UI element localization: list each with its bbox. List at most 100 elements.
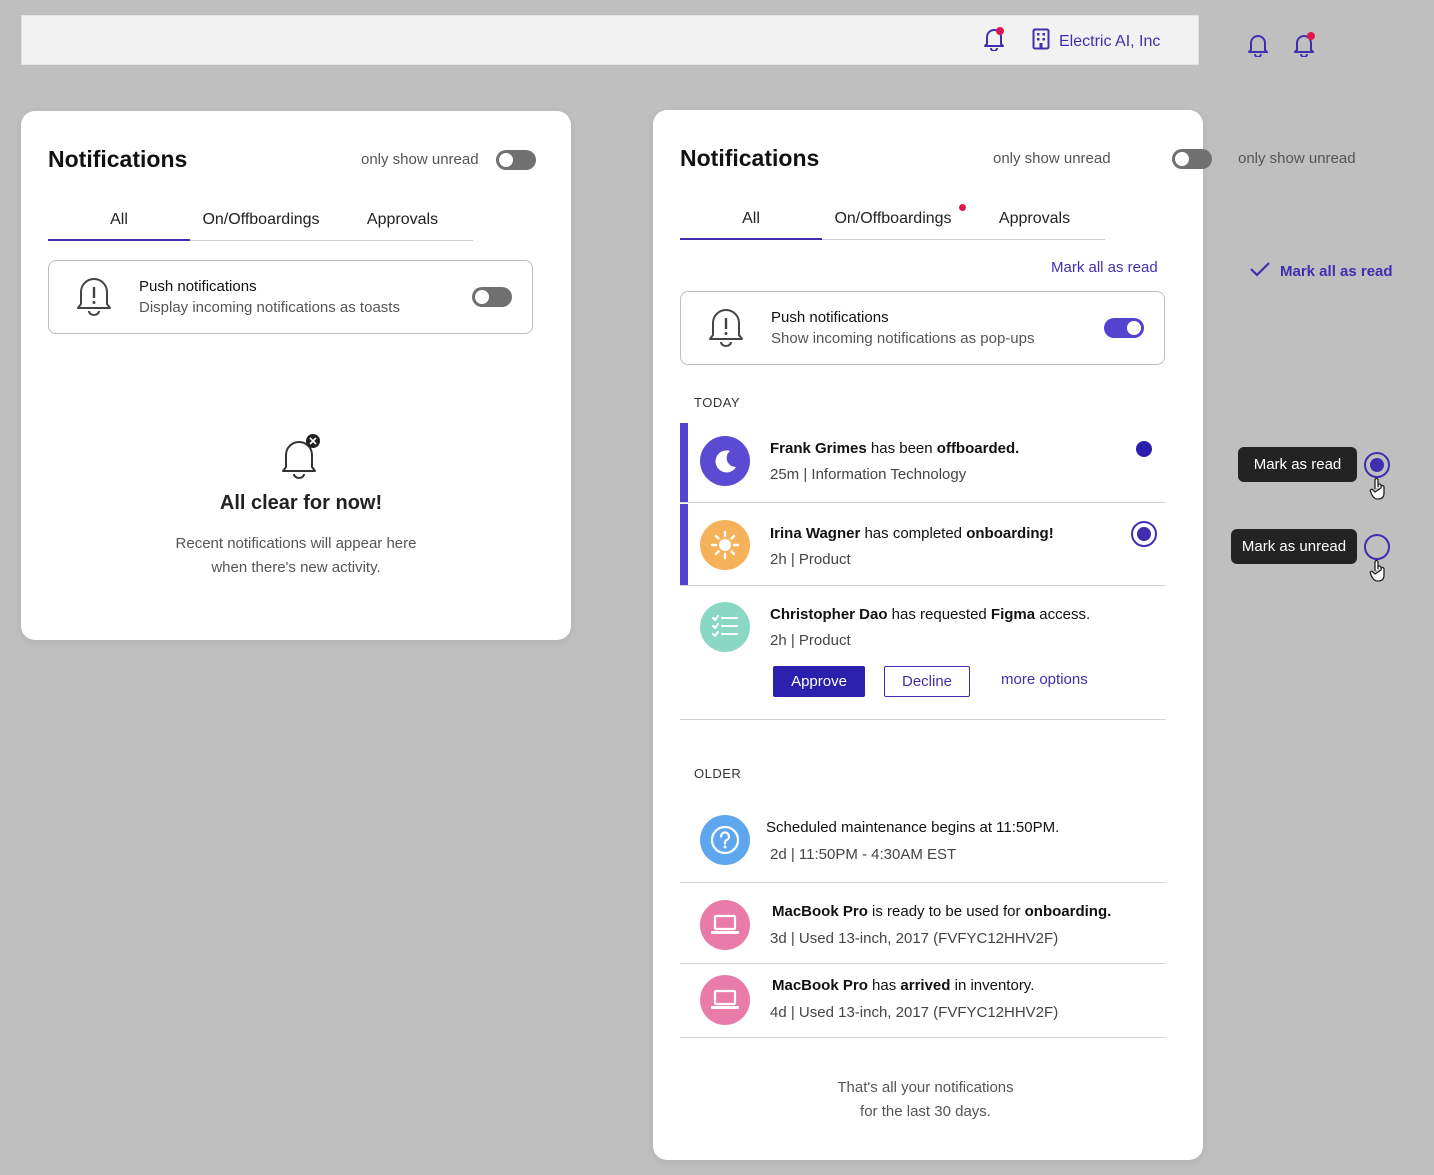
notification-meta: 2d | 11:50PM - 4:30AM EST (770, 846, 957, 863)
notification-meta: 25m | Information Technology (770, 466, 967, 483)
device-name: MacBook Pro (772, 903, 868, 920)
tab-bar: All On/Offboardings Approvals (680, 210, 1105, 240)
notification-meta: 4d | Used 13-inch, 2017 (FVFYC12HHV2F) (770, 1004, 1059, 1021)
only-unread-toggle[interactable] (496, 150, 536, 170)
notification-item[interactable]: MacBook Pro is ready to be used for onbo… (680, 884, 1166, 964)
only-unread-label: only show unread (993, 150, 1111, 167)
tab-approvals[interactable]: Approvals (332, 211, 473, 240)
hand-cursor-icon (1369, 559, 1387, 588)
notification-text: MacBook Pro is ready to be used for onbo… (772, 903, 1111, 920)
text-end: access. (1035, 606, 1091, 623)
push-title: Push notifications (139, 278, 257, 295)
empty-line-1: Recent notifications will appear here (175, 535, 417, 552)
tab-approvals[interactable]: Approvals (964, 210, 1105, 239)
notification-item[interactable]: MacBook Pro has arrived in inventory. 4d… (680, 964, 1166, 1038)
text-mid: has completed (860, 525, 967, 542)
tab-onoffboardings[interactable]: On/Offboardings (822, 210, 964, 239)
org-switcher[interactable]: Electric AI, Inc (1032, 28, 1160, 55)
bell-icon[interactable] (1247, 33, 1269, 62)
sun-icon (700, 520, 750, 570)
checklist-icon (700, 602, 750, 652)
only-unread-label: only show unread (1238, 150, 1356, 167)
tab-all[interactable]: All (680, 210, 822, 240)
push-notifications-card: Push notifications Show incoming notific… (680, 291, 1165, 365)
mark-as-unread-radio[interactable] (1364, 534, 1390, 560)
text-action: offboarded. (936, 440, 1020, 457)
end-of-list-message: That's all your notifications for the la… (653, 1076, 1198, 1124)
empty-message: Recent notifications will appear here wh… (21, 532, 571, 580)
question-icon (700, 815, 750, 865)
notification-item[interactable]: Irina Wagner has completed onboarding! 2… (680, 504, 1166, 586)
tab-onoffboardings[interactable]: On/Offboardings (190, 211, 332, 240)
notification-text: Christopher Dao has requested Figma acce… (770, 606, 1090, 623)
notification-item[interactable]: Christopher Dao has requested Figma acce… (680, 586, 1166, 720)
panel-title: Notifications (48, 146, 188, 172)
text-mid: has requested (887, 606, 991, 623)
only-unread-toggle[interactable] (1172, 149, 1213, 169)
person-name: Frank Grimes (770, 440, 867, 457)
bell-cleared-icon (281, 433, 323, 484)
moon-icon (700, 436, 750, 486)
notification-meta: 3d | Used 13-inch, 2017 (FVFYC12HHV2F) (770, 930, 1059, 947)
tab-bar: All On/Offboardings Approvals (48, 211, 473, 241)
notification-meta: 2h | Product (770, 551, 851, 568)
more-options-link[interactable]: more options (1001, 671, 1088, 688)
text-mid: has been (866, 440, 937, 457)
push-toggle[interactable] (1104, 318, 1144, 338)
notification-item[interactable]: Frank Grimes has been offboarded. 25m | … (680, 423, 1166, 503)
section-older: OLDER (694, 766, 742, 781)
check-icon (1249, 261, 1271, 281)
mark-as-read-radio[interactable] (1131, 521, 1157, 547)
text-mid: is ready to be used for (867, 903, 1025, 920)
push-title: Push notifications (771, 309, 889, 326)
building-icon (1032, 28, 1050, 55)
mark-all-read-button[interactable]: Mark all as read (1249, 261, 1393, 281)
text-action: onboarding. (1024, 903, 1112, 920)
text-action: onboarding! (966, 525, 1054, 542)
notification-text: Scheduled maintenance begins at 11:50PM. (766, 819, 1060, 836)
tooltip-mark-as-read: Mark as read (1238, 447, 1357, 482)
device-name: MacBook Pro (772, 977, 868, 994)
unread-badge (959, 204, 966, 211)
approve-button[interactable]: Approve (773, 666, 865, 697)
notification-meta: 2h | Product (770, 632, 851, 649)
push-toggle[interactable] (472, 287, 512, 307)
notification-text: Irina Wagner has completed onboarding! (770, 525, 1054, 542)
person-name: Christopher Dao (770, 606, 888, 623)
person-name: Irina Wagner (770, 525, 861, 542)
decline-button[interactable]: Decline (884, 666, 970, 697)
text-mid: has (867, 977, 901, 994)
notification-item[interactable]: Scheduled maintenance begins at 11:50PM.… (680, 800, 1166, 883)
empty-line-2: when there's new activity. (211, 559, 381, 576)
push-notifications-card: Push notifications Display incoming noti… (48, 260, 533, 334)
footer-line-1: That's all your notifications (837, 1079, 1014, 1096)
hand-cursor-icon (1369, 477, 1387, 506)
push-subtitle: Display incoming notifications as toasts (139, 299, 400, 316)
mark-as-read-radio[interactable] (1364, 452, 1390, 478)
notification-text: Frank Grimes has been offboarded. (770, 440, 1019, 457)
only-unread-label: only show unread (361, 151, 479, 168)
laptop-icon (700, 975, 750, 1025)
alert-bell-icon (75, 274, 113, 321)
mark-all-read-link[interactable]: Mark all as read (1051, 259, 1158, 276)
unread-indicator-bar (680, 423, 688, 502)
laptop-icon (700, 900, 750, 950)
unread-dot[interactable] (1136, 441, 1152, 457)
push-subtitle: Show incoming notifications as pop-ups (771, 330, 1035, 347)
text-action: arrived (900, 977, 951, 994)
tab-all[interactable]: All (48, 211, 190, 241)
text-end: in inventory. (950, 977, 1035, 994)
footer-line-2: for the last 30 days. (860, 1103, 991, 1120)
top-bar (21, 15, 1199, 65)
mark-all-read-label: Mark all as read (1280, 262, 1393, 280)
bell-unread-icon[interactable] (1293, 31, 1317, 62)
unread-indicator-bar (680, 504, 688, 585)
notification-text: MacBook Pro has arrived in inventory. (772, 977, 1034, 994)
alert-bell-icon (707, 305, 745, 352)
notification-bell-icon[interactable] (983, 27, 1005, 56)
app-name: Figma (990, 606, 1036, 623)
panel-title: Notifications (680, 145, 820, 171)
section-today: TODAY (694, 395, 741, 410)
tooltip-mark-as-unread: Mark as unread (1231, 529, 1357, 564)
empty-title: All clear for now! (219, 492, 383, 514)
